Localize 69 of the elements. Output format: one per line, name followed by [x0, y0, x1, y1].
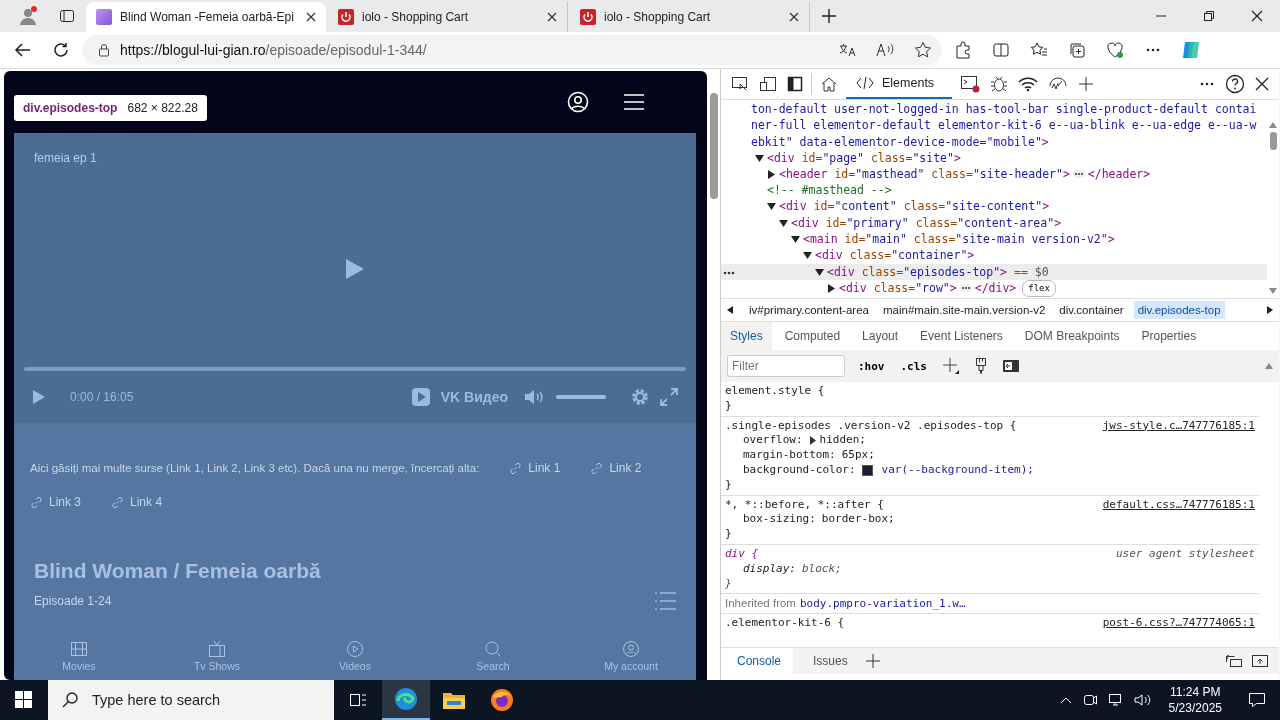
tooltip-selector: div.episodes-top: [23, 101, 118, 115]
css-value[interactable]: var(--background-item);: [881, 463, 1034, 478]
css-property[interactable]: background-color:: [743, 463, 856, 478]
pane-tab[interactable]: Computed: [775, 322, 850, 350]
flex-badge[interactable]: flex: [1022, 279, 1056, 297]
url-text: https://blogul-lui-gian.ro/episoade/episodul-1-344/: [120, 42, 427, 58]
elements-tab[interactable]: Elements: [846, 69, 953, 99]
css-value[interactable]: block;: [802, 561, 842, 577]
pane-tab[interactable]: Event Listeners: [911, 322, 1012, 350]
css-property[interactable]: box-sizing:: [743, 512, 816, 528]
dom-node[interactable]: <div class="row">: [839, 280, 957, 296]
clock-date[interactable]: 5/23/2025: [1168, 700, 1222, 716]
episodes-range: Episoade 1-24: [34, 594, 112, 608]
closing-brace: }: [725, 576, 732, 592]
css-value[interactable]: hidden;: [819, 433, 866, 449]
breadcrumb[interactable]: div.container: [1055, 301, 1128, 319]
filter-field[interactable]: Filter: [727, 355, 845, 377]
pane-tab[interactable]: Properties: [1132, 322, 1206, 350]
css-selector: div {: [725, 546, 759, 562]
closing-tag: </div>: [974, 280, 1017, 296]
css-selector: *, *::before, *::after {: [725, 497, 884, 513]
dom-node[interactable]: <main id="main" class="site-main version-v2">: [803, 232, 1115, 247]
pane-tab[interactable]: Styles: [721, 322, 772, 350]
video-title: femeia ep 1: [33, 151, 98, 165]
inherited-element-link[interactable]: body.pmpro-variation_1.w…: [799, 597, 966, 611]
drawer-tab[interactable]: Console: [721, 648, 794, 674]
pane-tab[interactable]: Layout: [853, 322, 908, 350]
closing-brace: }: [725, 477, 732, 493]
closing-brace: }: [725, 398, 732, 414]
clock-time[interactable]: 11:24 PM: [1170, 684, 1221, 700]
css-property[interactable]: display:: [743, 561, 796, 577]
vk-brand: VK Видео: [440, 389, 508, 405]
stylesheet-link[interactable]: jws-style.c…747776185:1: [1102, 418, 1255, 434]
css-value[interactable]: 65px;: [841, 448, 875, 463]
closing-tag: </header>: [1087, 166, 1151, 182]
node-reference: == $0: [1014, 264, 1049, 280]
dom-comment[interactable]: <!-- #masthead -->: [767, 183, 892, 199]
dom-node[interactable]: <div id="content" class="site-content">: [779, 199, 1050, 215]
css-selector: .single-episodes .version-v2 .episodes-top {: [725, 418, 1017, 434]
browser-tab[interactable]: Blind Woman -Femeia oarbă-Epi: [86, 2, 326, 32]
show-title: Blind Woman / Femeia oarbă: [34, 559, 322, 583]
stylesheet-link[interactable]: post-6.css?…747774065:1: [1102, 616, 1255, 632]
css-selector: .elementor-kit-6 {: [725, 616, 845, 632]
breadcrumb[interactable]: iv#primary.content-area: [745, 301, 873, 319]
css-property[interactable]: overflow:: [743, 433, 803, 449]
toolbar-toggle[interactable]: :hov: [855, 359, 888, 373]
drawer-tab[interactable]: Issues: [797, 648, 860, 674]
dom-node[interactable]: <div class="episodes-top">: [827, 264, 1008, 280]
css-value[interactable]: border-box;: [821, 512, 895, 528]
dom-node[interactable]: <div class="container">: [815, 248, 975, 264]
address-field[interactable]: https://blogul-lui-gian.ro/episoade/episodul-1-344/: [82, 35, 942, 65]
stylesheet-link[interactable]: default.css…747776185:1: [1102, 497, 1255, 513]
sources-text: Aici găsiți mai multe surse (Link 1, Link 2, Link 3 etc). Dacă una nu merge, încercați alta:: [30, 462, 480, 474]
pane-tab[interactable]: DOM Breakpoints: [1015, 322, 1129, 350]
breadcrumb[interactable]: div.episodes-top: [1133, 301, 1225, 319]
closing-brace: }: [725, 527, 732, 542]
tooltip-size: 682 × 822.28: [127, 101, 198, 115]
css-property[interactable]: margin-bottom:: [743, 448, 836, 463]
dom-node[interactable]: <div id="primary" class="content-area">: [791, 215, 1062, 231]
dom-attribute-text: ton-default user-not-logged-in has-tool-bar single-product-default container-full elementor-default elementor-kit-6 e--ua-blink e--ua-edge e--ua-webkit" data-elementor-device-mode="mobile">: [750, 101, 1258, 150]
stylesheet-source: user agent stylesheet: [1115, 546, 1255, 562]
css-selector: element.style {: [725, 384, 825, 399]
video-time: 0:00 / 16:05: [70, 390, 134, 404]
taskbar-search-field[interactable]: Type here to search: [48, 680, 334, 720]
breadcrumb[interactable]: main#main.site-main.version-v2: [878, 301, 1050, 319]
dom-node[interactable]: <div id="page" class="site">: [767, 150, 961, 166]
dom-node[interactable]: <header id="masthead" class="site-header">: [779, 166, 1070, 182]
toolbar-toggle[interactable]: .cls: [897, 359, 930, 373]
inherited-label: Inherited from: [725, 597, 796, 611]
